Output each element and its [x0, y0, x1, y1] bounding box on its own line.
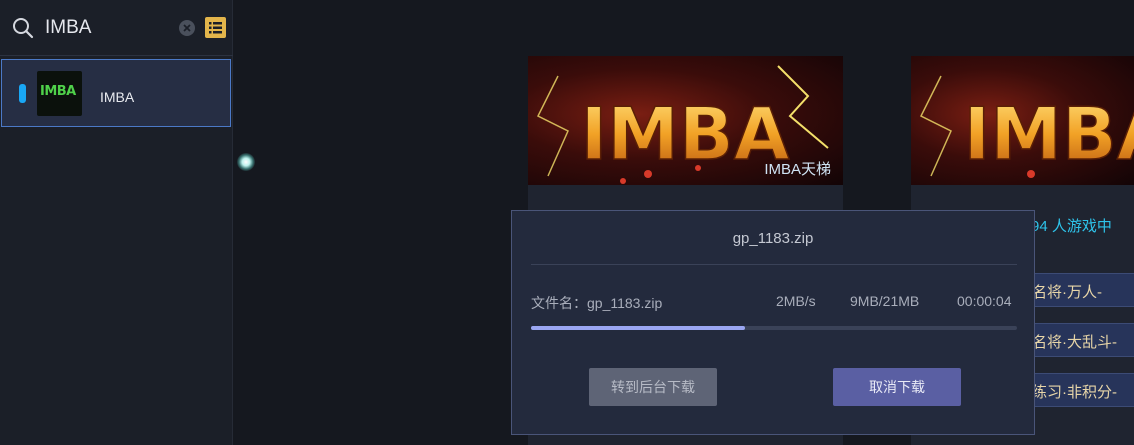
dialog-title: gp_1183.zip [732, 230, 814, 247]
divider [531, 264, 1017, 265]
cancel-download-button[interactable]: 取消下载 [833, 368, 961, 406]
search-bar[interactable]: IMBA [0, 0, 233, 56]
game-name: IMBA [100, 89, 135, 105]
download-size: 9MB/21MB [850, 293, 920, 309]
clear-search-icon[interactable] [179, 20, 195, 36]
list-view-icon[interactable] [205, 17, 226, 38]
mode-label: 名将·大乱斗- [1032, 334, 1117, 351]
sidebar-item-imba[interactable]: IMBA IMBA [1, 59, 231, 127]
banner-title: IMBA [963, 92, 1134, 176]
filename-label: 文件名：gp_1183.zip [531, 295, 663, 311]
download-speed: 2MB/s [776, 293, 816, 309]
download-dialog: gp_1183.zip 文件名：gp_1183.zip 2MB/s 9MB/21… [511, 210, 1035, 435]
thumbnail-text: IMBA [40, 84, 76, 99]
download-time: 00:00:04 [957, 293, 1012, 309]
progress-fill [531, 326, 745, 330]
background-download-button[interactable]: 转到后台下载 [589, 368, 717, 406]
progress-bar [531, 326, 1017, 330]
sidebar: IMBA IMBA IMBA [0, 0, 233, 445]
mode-label: 练习·非积分- [1032, 384, 1117, 401]
search-icon [13, 18, 34, 39]
glow-dot [237, 153, 255, 171]
game-thumbnail: IMBA [37, 71, 82, 116]
selected-indicator [19, 84, 26, 103]
game-banner: IMBA [911, 56, 1134, 185]
banner-tag: IMBA天梯 [764, 161, 831, 178]
online-count: 94 人游戏中 [1031, 218, 1112, 235]
banner-title: IMBA [580, 92, 789, 176]
mode-label: 名将·万人- [1032, 284, 1102, 301]
search-input[interactable]: IMBA [45, 17, 91, 39]
game-banner: IMBA IMBA天梯 [528, 56, 843, 185]
